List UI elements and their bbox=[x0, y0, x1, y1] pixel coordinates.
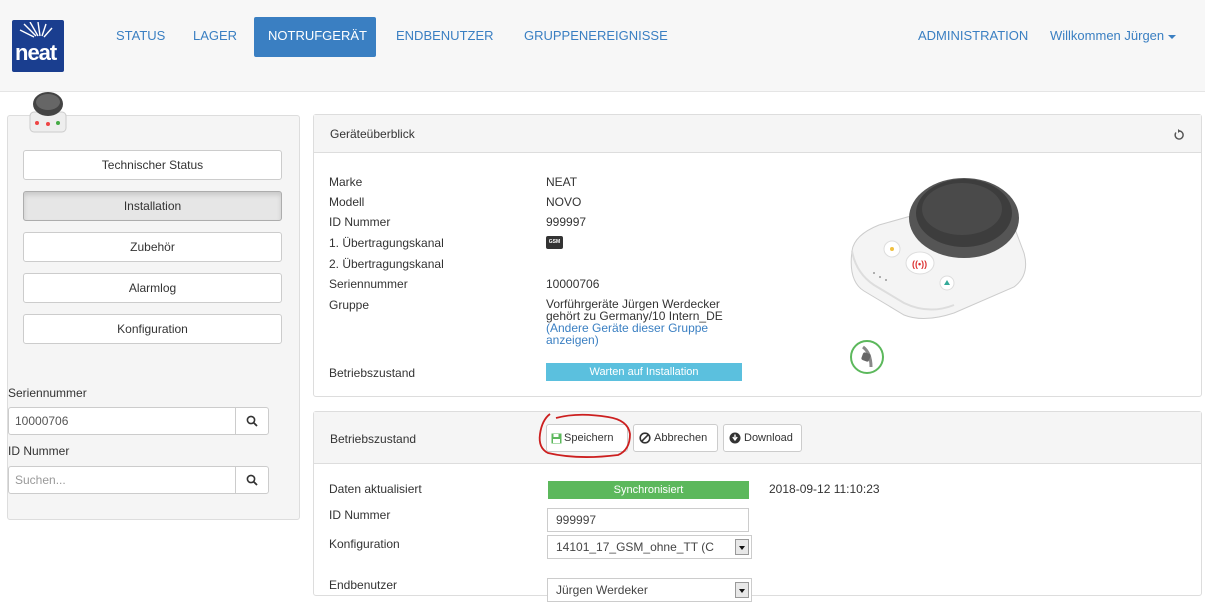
svg-text:((•)): ((•)) bbox=[912, 259, 927, 269]
id-number-input[interactable]: 999997 bbox=[547, 508, 749, 532]
id-search-button[interactable] bbox=[235, 466, 269, 494]
device-image: ((•)) bbox=[850, 178, 1027, 319]
enduser-row-label: Endbenutzer bbox=[329, 578, 398, 592]
sync-status-badge: Synchronisiert bbox=[548, 481, 749, 499]
row-serial-label: Seriennummer bbox=[329, 277, 408, 291]
row-modell-value: NOVO bbox=[546, 195, 582, 209]
search-icon bbox=[246, 415, 258, 427]
download-label: Download bbox=[744, 432, 793, 444]
updated-timestamp: 2018-09-12 11:10:23 bbox=[769, 482, 880, 496]
top-navbar: neat STATUS LAGER NOTRUFGERÄT ENDBENUTZE… bbox=[0, 0, 1205, 92]
refresh-icon[interactable] bbox=[1173, 129, 1185, 141]
enduser-select-arrow[interactable] bbox=[735, 582, 749, 598]
nav-gruppenereignisse[interactable]: GRUPPENEREIGNISSE bbox=[524, 17, 668, 57]
btn-technischer-status[interactable]: Technischer Status bbox=[23, 150, 282, 180]
row-kanal2-label: 2. Übertragungskanal bbox=[329, 257, 444, 271]
state-label: Betriebszustand bbox=[329, 366, 416, 380]
group-link[interactable]: (Andere Geräte dieser Gruppe anzeigen) bbox=[546, 322, 726, 346]
serial-search-button[interactable] bbox=[235, 407, 269, 435]
gsm-icon: GSM bbox=[546, 236, 563, 249]
wristband-icon bbox=[850, 340, 884, 374]
nav-endbenutzer[interactable]: ENDBENUTZER bbox=[396, 17, 494, 57]
neat-logo[interactable]: neat bbox=[12, 20, 64, 72]
row-modell-label: Modell bbox=[329, 195, 365, 209]
id-search-input[interactable] bbox=[8, 466, 236, 494]
caret-down-icon bbox=[1168, 34, 1177, 39]
state-badge: Warten auf Installation bbox=[546, 363, 742, 381]
cancel-button[interactable]: Abbrechen bbox=[633, 424, 718, 452]
row-id-label: ID Nummer bbox=[329, 215, 391, 229]
overview-panel-header: Geräteüberblick bbox=[314, 115, 1201, 153]
row-kanal1-label: 1. Übertragungskanal bbox=[329, 236, 444, 250]
operation-panel-header: Betriebszustand Speichern Abbrechen Down… bbox=[314, 412, 1201, 464]
ban-icon bbox=[639, 432, 651, 444]
config-row-label: Konfiguration bbox=[329, 537, 400, 551]
download-button[interactable]: Download bbox=[723, 424, 802, 452]
chevron-down-icon bbox=[739, 546, 745, 550]
config-select-arrow[interactable] bbox=[735, 539, 749, 555]
config-select[interactable]: 14101_17_GSM_ohne_TT (C bbox=[547, 535, 752, 559]
operation-title: Betriebszustand bbox=[330, 432, 417, 446]
serial-search-label: Seriennummer bbox=[8, 386, 87, 400]
row-marke-label: Marke bbox=[329, 175, 363, 189]
enduser-select-value: Jürgen Werdeker bbox=[556, 583, 648, 597]
id-row-label: ID Nummer bbox=[329, 508, 391, 522]
row-serial-value: 10000706 bbox=[546, 277, 600, 291]
overview-title: Geräteüberblick bbox=[330, 127, 415, 141]
cancel-label: Abbrechen bbox=[654, 432, 708, 444]
config-select-value: 14101_17_GSM_ohne_TT (C bbox=[556, 540, 714, 554]
id-search-label: ID Nummer bbox=[8, 444, 70, 458]
left-panel: Technischer Status Installation Zubehör … bbox=[7, 115, 300, 520]
user-menu[interactable]: Willkommen Jürgen bbox=[1050, 17, 1177, 57]
nav-status[interactable]: STATUS bbox=[116, 17, 165, 57]
nav-lager[interactable]: LAGER bbox=[193, 17, 237, 57]
search-icon bbox=[246, 474, 258, 486]
row-marke-value: NEAT bbox=[546, 175, 578, 189]
nav-administration[interactable]: ADMINISTRATION bbox=[918, 17, 1028, 57]
row-gruppe-label: Gruppe bbox=[329, 298, 370, 312]
device-thumbnail bbox=[29, 92, 67, 133]
chevron-down-icon bbox=[739, 589, 745, 593]
user-menu-label: Willkommen Jürgen bbox=[1050, 28, 1165, 43]
btn-installation[interactable]: Installation bbox=[23, 191, 282, 221]
id-search bbox=[8, 466, 269, 494]
overview-panel: Geräteüberblick Marke NEAT Modell NOVO I… bbox=[313, 114, 1202, 397]
updated-label: Daten aktualisiert bbox=[329, 482, 422, 496]
row-id-value: 999997 bbox=[546, 215, 587, 229]
enduser-select[interactable]: Jürgen Werdeker bbox=[547, 578, 752, 602]
serial-search bbox=[8, 407, 269, 435]
download-icon bbox=[729, 432, 741, 444]
operation-panel: Betriebszustand Speichern Abbrechen Down… bbox=[313, 411, 1202, 602]
row-gruppe-value: Vorführgeräte Jürgen Werdecker gehört zu… bbox=[546, 298, 746, 346]
btn-alarmlog[interactable]: Alarmlog bbox=[23, 273, 282, 303]
nav-notrufgeraet[interactable]: NOTRUFGERÄT bbox=[254, 17, 376, 57]
logo-text: neat bbox=[15, 40, 57, 65]
btn-konfiguration[interactable]: Konfiguration bbox=[23, 314, 282, 344]
serial-search-input[interactable] bbox=[8, 407, 236, 435]
btn-zubehoer[interactable]: Zubehör bbox=[23, 232, 282, 262]
highlight-annotation bbox=[538, 413, 631, 458]
